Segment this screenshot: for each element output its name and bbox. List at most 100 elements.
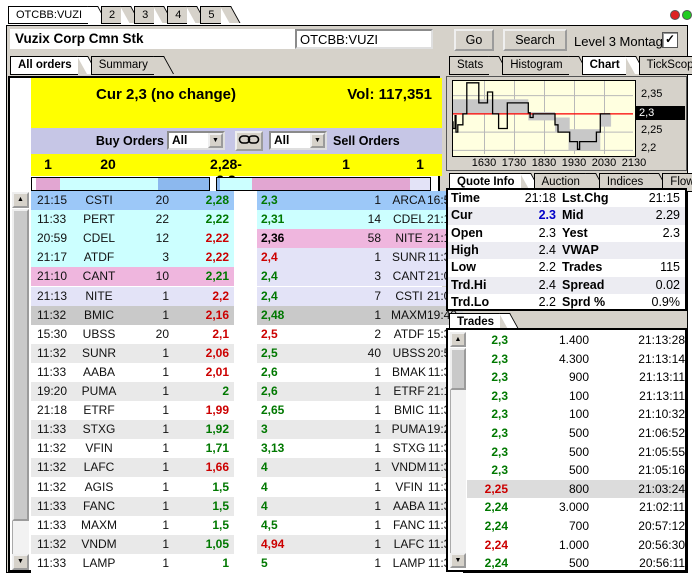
buy-price-cell: 2,01 [171, 363, 229, 382]
quote-label: Time [451, 190, 480, 207]
quote-value: 2.2 [506, 294, 556, 311]
sell-order-row[interactable]: 2,3114CDEL21:13 [257, 210, 463, 229]
sell-order-row[interactable]: 2,41SUNR11:32 [257, 248, 463, 267]
sell-price-cell: 2,5 [261, 344, 319, 363]
buy-time-cell: 21:13 [37, 287, 73, 306]
ask-mm-count: 1 [395, 156, 445, 172]
buy-order-row[interactable]: 11:32AGIS11,5 [31, 478, 234, 497]
quote-value: 0.9% [614, 294, 680, 311]
trades-scrollbar-thumb[interactable] [450, 348, 466, 390]
window-tab-4[interactable]: 4 [167, 6, 187, 24]
tab-all-orders[interactable]: All orders [10, 56, 78, 75]
window-tab-2[interactable]: 2 [101, 6, 121, 24]
sell-order-row[interactable]: 2,43CANT21:00 [257, 267, 463, 286]
search-button[interactable]: Search [503, 29, 567, 51]
level3-montage-checkbox[interactable]: ✓ [662, 32, 678, 48]
dropdown-arrow-icon[interactable]: ▼ [208, 133, 223, 148]
tab-stats[interactable]: Stats [449, 56, 489, 75]
sell-order-row[interactable]: 41AABA11:33 [257, 497, 463, 516]
buy-order-row[interactable]: 11:33MAXM11,5 [31, 516, 234, 535]
buy-order-row[interactable]: 11:32SUNR12,06 [31, 344, 234, 363]
tab-summary[interactable]: Summary [91, 56, 154, 75]
buy-order-row[interactable]: 15:30UBSS202,1 [31, 325, 234, 344]
buy-size-cell: 1 [123, 382, 169, 401]
window-tab-bar: OTCBB:VUZI 2345 [8, 4, 234, 24]
sell-order-row[interactable]: 2,31ARCA16:57 [257, 191, 463, 210]
buy-order-row[interactable]: 21:17ATDF32,22 [31, 248, 234, 267]
buy-orders-label: Buy Orders [71, 134, 164, 148]
sell-order-row[interactable]: 2,481MAXM19:49 [257, 306, 463, 325]
quote-value: 2.29 [614, 207, 680, 224]
buy-order-row[interactable]: 20:59CDEL122,22 [31, 229, 234, 248]
sell-order-row[interactable]: 31PUMA19:20 [257, 420, 463, 439]
trade-time-cell: 21:13:28 [599, 331, 685, 350]
sell-order-row[interactable]: 4,51FANC11:33 [257, 516, 463, 535]
dropdown-arrow-icon[interactable]: ▼ [310, 133, 325, 148]
sell-order-row[interactable]: 2,47CSTI21:03 [257, 287, 463, 306]
buy-order-row[interactable]: 11:33STXG11,92 [31, 420, 234, 439]
sell-order-row[interactable]: 4,941LAFC11:32 [257, 535, 463, 554]
tab-tickscope[interactable]: TickScope [639, 56, 692, 75]
buy-order-row[interactable]: 19:20PUMA12 [31, 382, 234, 401]
scroll-up-icon[interactable]: ▲ [450, 332, 466, 347]
scroll-up-icon[interactable]: ▲ [12, 192, 29, 208]
trades-scrollbar-track[interactable] [450, 390, 466, 553]
sell-size-cell: 2 [319, 325, 381, 344]
spread-band [569, 129, 601, 150]
buy-mmid-cell: PERT [75, 210, 123, 229]
sell-order-row[interactable]: 2,61ETRF21:18 [257, 382, 463, 401]
buy-order-row[interactable]: 21:15CSTI202,28 [31, 191, 234, 210]
buy-order-row[interactable]: 21:13NITE12,2 [31, 287, 234, 306]
sell-order-row[interactable]: 2,651BMIC11:32 [257, 401, 463, 420]
green-status-dot-icon [682, 10, 692, 20]
chain-link-icon [238, 133, 260, 146]
buy-order-row[interactable]: 11:32LAFC11,66 [31, 458, 234, 477]
window-tab-5[interactable]: 5 [200, 6, 220, 24]
buy-order-row[interactable]: 11:33PERT222,22 [31, 210, 234, 229]
buy-order-row[interactable]: 11:32VNDM11,05 [31, 535, 234, 554]
sell-order-row[interactable]: 41VNDM11:32 [257, 458, 463, 477]
time-axis-label: 1730 [498, 157, 530, 169]
buy-time-cell: 11:32 [37, 535, 73, 554]
sell-order-row[interactable]: 2,52ATDF15:30 [257, 325, 463, 344]
link-filters-button[interactable] [235, 131, 263, 151]
buy-price-cell: 2,2 [171, 287, 229, 306]
buy-order-row[interactable]: 21:10CANT102,21 [31, 267, 234, 286]
buy-size-cell: 3 [123, 248, 169, 267]
book-scrollbar-thumb[interactable] [12, 209, 29, 521]
sell-filter-dropdown[interactable]: All ▼ [269, 131, 327, 150]
buy-mmid-cell: NITE [75, 287, 123, 306]
sell-order-row[interactable]: 2,540UBSS20:56 [257, 344, 463, 363]
quote-value: 21:15 [614, 190, 680, 207]
tab-chart[interactable]: Chart [582, 56, 626, 75]
buy-order-row[interactable]: 11:32VFIN11,71 [31, 439, 234, 458]
buy-filter-dropdown[interactable]: All ▼ [167, 131, 225, 150]
sell-size-cell: 1 [319, 516, 381, 535]
sell-price-cell: 2,5 [261, 325, 319, 344]
buy-price-cell: 2,22 [171, 229, 229, 248]
quote-label: Trd.Hi [451, 277, 486, 294]
sell-size-cell: 14 [319, 210, 381, 229]
scroll-down-icon[interactable]: ▼ [450, 553, 466, 568]
trade-time-cell: 21:05:16 [599, 461, 685, 480]
tab-histogram[interactable]: Histogram [502, 56, 568, 75]
buy-order-row[interactable]: 11:33FANC11,5 [31, 497, 234, 516]
sell-order-row[interactable]: 2,3658NITE21:13 [257, 229, 463, 248]
go-button[interactable]: Go [454, 29, 494, 51]
sell-order-row[interactable]: 51LAMP11:33 [257, 554, 463, 573]
buy-order-row[interactable]: 11:33AABA12,01 [31, 363, 234, 382]
window-tab-otcbb-vuzi[interactable]: OTCBB:VUZI [8, 6, 88, 24]
trade-row: 2,34.30021:13:14 [467, 350, 685, 369]
scroll-down-icon[interactable]: ▼ [12, 554, 29, 570]
buy-price-cell: 1,99 [171, 401, 229, 420]
book-scrollbar-track[interactable] [12, 521, 29, 555]
symbol-input[interactable] [295, 29, 433, 49]
sell-order-row[interactable]: 3,131STXG11:33 [257, 439, 463, 458]
tab-slant-edge [153, 56, 174, 74]
buy-order-row[interactable]: 21:18ETRF11,99 [31, 401, 234, 420]
buy-order-row[interactable]: 11:32BMIC12,16 [31, 306, 234, 325]
buy-order-row[interactable]: 11:33LAMP11 [31, 554, 234, 573]
sell-order-row[interactable]: 41VFIN11:32 [257, 478, 463, 497]
window-tab-3[interactable]: 3 [134, 6, 154, 24]
sell-order-row[interactable]: 2,61BMAK11:32 [257, 363, 463, 382]
